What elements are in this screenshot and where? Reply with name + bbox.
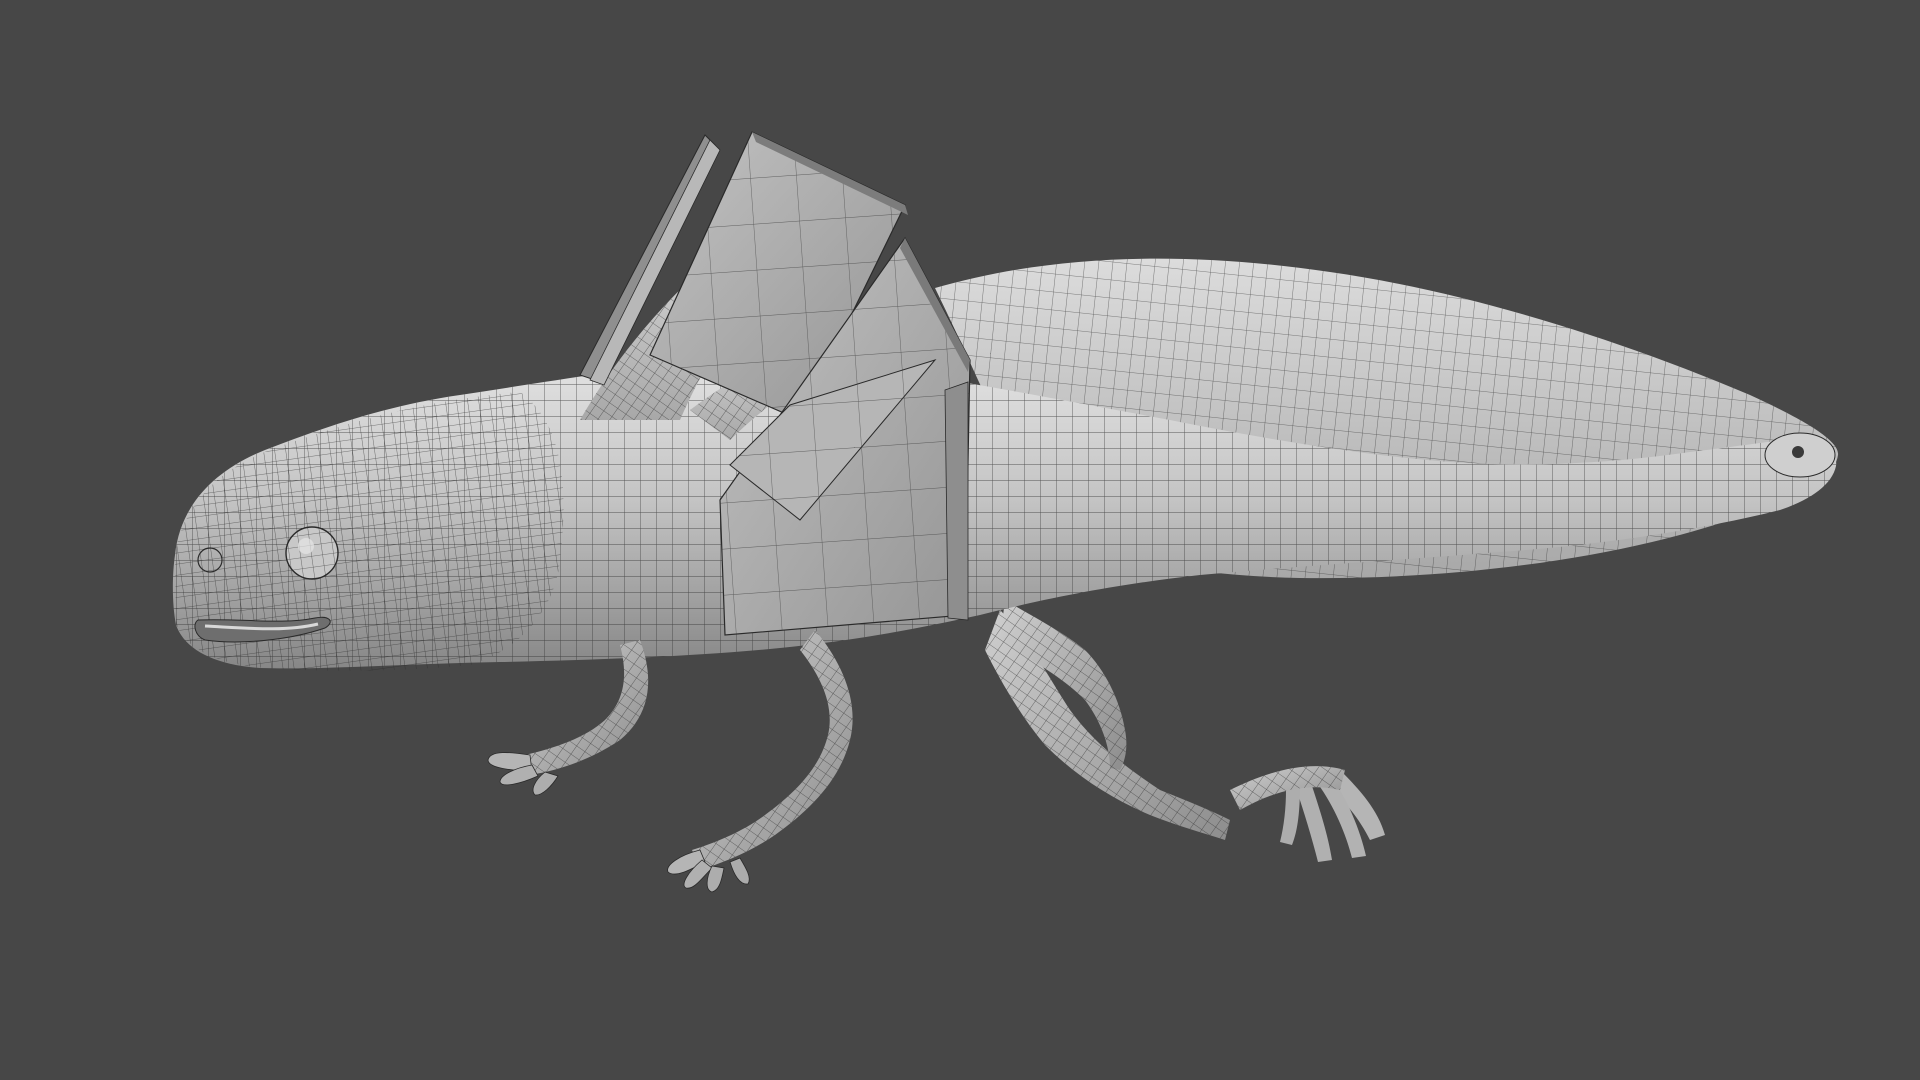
axolotl-model xyxy=(172,131,1839,893)
render-viewport[interactable] xyxy=(0,0,1920,1080)
tail-tip xyxy=(1764,432,1836,478)
back-right-foot xyxy=(1230,766,1385,862)
front-right-leg xyxy=(487,640,649,796)
head xyxy=(175,392,564,671)
front-left-leg xyxy=(667,630,853,893)
eye xyxy=(285,526,339,580)
